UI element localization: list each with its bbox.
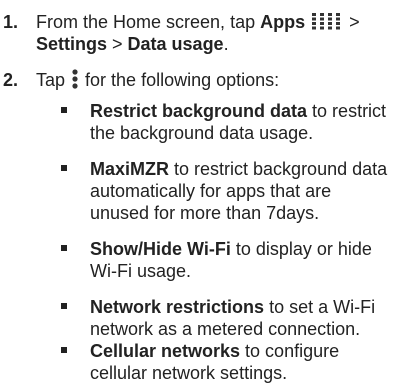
step-2: 2. Tap for the following options: — [0, 69, 397, 91]
option-desc: to restrict — [307, 101, 387, 121]
option-title: Restrict background data — [90, 101, 308, 121]
bullet-icon — [61, 347, 67, 353]
option-title: Show/Hide Wi-Fi — [90, 239, 231, 259]
overflow-menu-icon — [72, 69, 78, 89]
step-suffix: for the following options: — [80, 70, 280, 90]
option-line: network as a metered connection. — [90, 319, 361, 339]
instruction-page: 1. From the Home screen, tap Apps > Sett… — [0, 0, 397, 386]
option-text: Network restrictions to set a Wi-Fi netw… — [90, 296, 390, 340]
settings-label: Settings — [36, 34, 108, 54]
bullet-icon — [61, 303, 67, 309]
step-line: Settings > Data usage. — [36, 33, 360, 55]
bullet-icon — [61, 165, 67, 171]
step-prefix: Tap — [36, 70, 71, 90]
option-title: MaxiMZR — [90, 159, 170, 179]
option-line: Cellular networks to configure — [90, 340, 390, 362]
list-item: Cellular networks to configure cellular … — [0, 340, 397, 384]
option-text: Cellular networks to configure cellular … — [90, 340, 390, 384]
option-line: Show/Hide Wi-Fi to display or hide — [90, 238, 390, 260]
step-number: 1. — [3, 12, 19, 32]
step-prefix: From the Home screen, tap — [36, 12, 261, 32]
step-line: Tap for the following options: — [36, 69, 279, 91]
option-title: Cellular networks — [90, 341, 241, 361]
list-item: MaxiMZR to restrict background data auto… — [0, 158, 397, 224]
step-number: 2. — [3, 70, 19, 90]
apps-label: Apps — [260, 12, 306, 32]
bullet-icon — [61, 245, 67, 251]
option-title: Network restrictions — [90, 297, 265, 317]
option-desc: to configure — [240, 341, 340, 361]
option-line: unused for more than 7days. — [90, 203, 320, 223]
option-line: Restrict background data to restrict — [90, 100, 390, 122]
option-line: the background data usage. — [90, 123, 314, 143]
step-text: From the Home screen, tap Apps > Setting… — [36, 11, 360, 55]
step-suffix: > — [344, 12, 360, 32]
step-text: Tap for the following options: — [36, 69, 279, 91]
option-desc: to restrict background data — [169, 159, 388, 179]
option-line: cellular network settings. — [90, 363, 288, 383]
bullet-icon — [61, 107, 67, 113]
option-line: Wi-Fi usage. — [90, 261, 192, 281]
option-desc: to display or hide — [230, 239, 372, 259]
option-desc: to set a Wi-Fi — [264, 297, 376, 317]
option-text: MaxiMZR to restrict background data auto… — [90, 158, 390, 224]
option-line: automatically for apps that are — [90, 181, 332, 201]
list-item: Network restrictions to set a Wi-Fi netw… — [0, 296, 397, 340]
option-text: Show/Hide Wi-Fi to display or hide Wi-Fi… — [90, 238, 390, 282]
option-line: Network restrictions to set a Wi-Fi — [90, 296, 390, 318]
option-text: Restrict background data to restrict the… — [90, 100, 390, 144]
separator: > — [107, 34, 128, 54]
list-item: Show/Hide Wi-Fi to display or hide Wi-Fi… — [0, 238, 397, 282]
option-line: MaxiMZR to restrict background data — [90, 158, 390, 180]
period: . — [223, 34, 229, 54]
apps-grid-icon — [312, 13, 341, 30]
list-item: Restrict background data to restrict the… — [0, 100, 397, 144]
step-1: 1. From the Home screen, tap Apps > Sett… — [0, 11, 397, 55]
step-line: From the Home screen, tap Apps > — [36, 11, 360, 33]
data-usage-label: Data usage — [127, 34, 224, 54]
